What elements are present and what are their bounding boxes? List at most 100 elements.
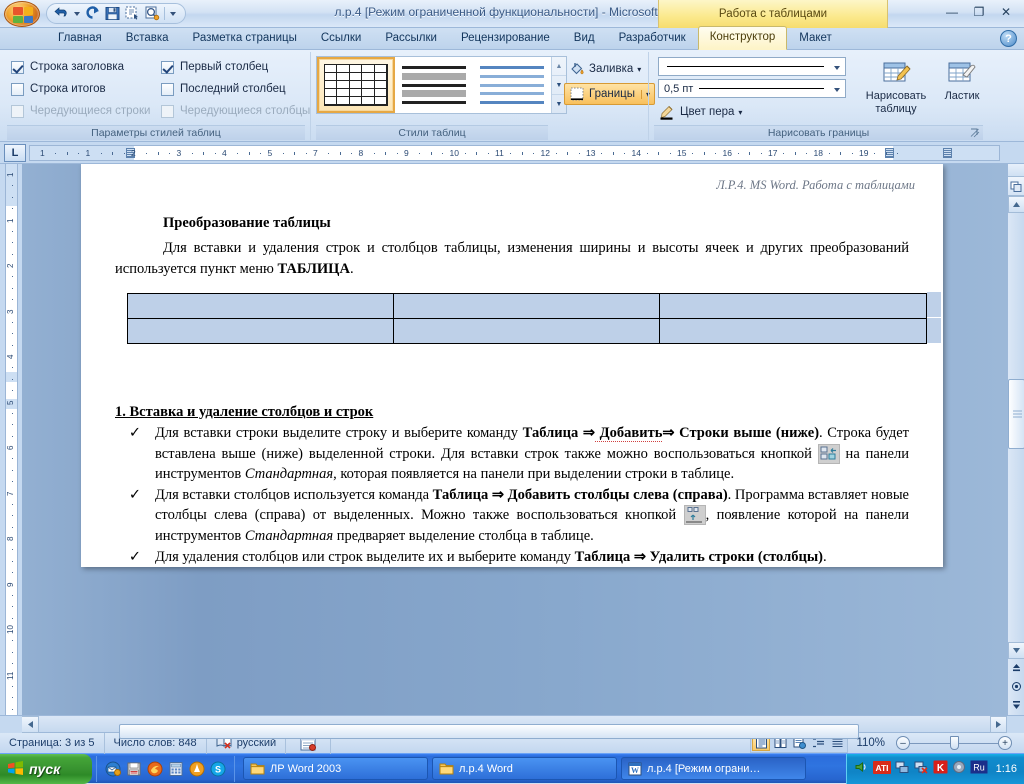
- line-weight-combo[interactable]: 0,5 пт: [658, 79, 846, 98]
- checkbox-last-column[interactable]: Последний столбец: [161, 78, 311, 100]
- pen-color-button[interactable]: Цвет пера ▾: [658, 101, 846, 123]
- checkbox-header-row-box[interactable]: [11, 61, 24, 74]
- close-button[interactable]: ✕: [994, 3, 1018, 21]
- scroll-down-arrow[interactable]: [1008, 642, 1024, 659]
- checkbox-first-column[interactable]: Первый столбец: [161, 56, 311, 78]
- floppy-save-icon[interactable]: [126, 761, 142, 777]
- vertical-scroll-thumb[interactable]: [1008, 379, 1024, 449]
- scroll-right-arrow[interactable]: [990, 716, 1007, 733]
- status-page-indicator[interactable]: Страница: 3 из 5: [0, 733, 105, 754]
- eraser-button[interactable]: Ластик: [936, 58, 988, 116]
- tab-mailings[interactable]: Рассылки: [373, 27, 449, 49]
- zoom-slider[interactable]: – +: [896, 736, 1012, 750]
- network-disconnected-tray-icon[interactable]: [914, 760, 929, 777]
- svg-text:K: K: [936, 763, 944, 774]
- line-style-combo[interactable]: [658, 57, 846, 76]
- shading-caret-icon[interactable]: ▾: [637, 65, 641, 74]
- shading-button[interactable]: Заливка ▾: [564, 58, 655, 80]
- line-style-dropdown-icon[interactable]: [830, 61, 843, 73]
- kaspersky-tray-icon[interactable]: K: [933, 760, 948, 777]
- table-cell[interactable]: [393, 319, 660, 344]
- table-style-shaded-rows[interactable]: [395, 57, 473, 113]
- line-weight-dropdown-icon[interactable]: [830, 83, 843, 95]
- vertical-ruler[interactable]: 112345678910112: [0, 164, 22, 715]
- zoom-out-button[interactable]: –: [896, 736, 910, 750]
- help-button[interactable]: ?: [1000, 30, 1017, 47]
- scroll-left-arrow[interactable]: [22, 716, 39, 733]
- ruler-tick-mark: [601, 153, 602, 154]
- audio-tray-icon[interactable]: [952, 760, 966, 777]
- tab-page-layout[interactable]: Разметка страницы: [181, 27, 309, 49]
- tab-layout[interactable]: Макет: [787, 27, 844, 49]
- ruler-tick-label: 10: [450, 146, 459, 160]
- table-cell[interactable]: [128, 319, 394, 344]
- zoom-slider-handle[interactable]: [950, 736, 959, 750]
- horizontal-ruler[interactable]: 11234578910111213141516171819: [29, 145, 1000, 161]
- vertical-scrollbar[interactable]: [1007, 164, 1024, 715]
- outlook-express-icon[interactable]: [105, 761, 121, 777]
- network-tray-icon[interactable]: [895, 760, 910, 777]
- table-style-blue-lines[interactable]: [473, 57, 551, 113]
- tab-insert[interactable]: Вставка: [114, 27, 181, 49]
- page-body[interactable]: Преобразование таблицы Для вставки и уда…: [81, 193, 943, 567]
- checkbox-banded-rows-label: Чередующиеся строки: [30, 105, 150, 117]
- start-button[interactable]: пуск: [0, 754, 92, 784]
- language-tray-icon[interactable]: Ru: [970, 760, 988, 777]
- table-cell[interactable]: [128, 294, 394, 319]
- table-style-grid[interactable]: [317, 57, 395, 113]
- draw-table-button[interactable]: Нарисовать таблицу: [858, 58, 934, 116]
- next-page-button[interactable]: [1008, 695, 1024, 713]
- horizontal-scrollbar[interactable]: [0, 715, 1024, 732]
- previous-page-button[interactable]: [1008, 659, 1024, 677]
- skype-icon[interactable]: S: [210, 761, 226, 777]
- pen-color-caret-icon[interactable]: ▾: [738, 108, 742, 117]
- document-page[interactable]: Л.Р.4. MS Word. Работа с таблицами Преоб…: [81, 164, 943, 567]
- svg-text:W: W: [631, 766, 639, 775]
- avast-icon[interactable]: [189, 761, 205, 777]
- horizontal-scroll-thumb[interactable]: [119, 724, 859, 739]
- tab-references[interactable]: Ссылки: [309, 27, 374, 49]
- bullet-1-text: Для вставки строки выделите строку и выб…: [155, 423, 909, 485]
- ruler-tick-mark: [761, 153, 762, 154]
- ati-tray-icon[interactable]: ATI: [873, 761, 891, 777]
- zoom-in-button[interactable]: +: [998, 736, 1012, 750]
- borders-button[interactable]: Границы ▾: [564, 83, 655, 105]
- taskbar-item-folder-lr-word-2003[interactable]: ЛР Word 2003: [243, 757, 428, 780]
- checkbox-header-row[interactable]: Строка заголовка: [11, 56, 161, 78]
- system-clock[interactable]: 1:16: [996, 763, 1017, 775]
- select-browse-object-top-icon[interactable]: [1008, 177, 1024, 196]
- tab-review[interactable]: Рецензирование: [449, 27, 562, 49]
- scroll-up-arrow[interactable]: [1008, 196, 1024, 213]
- restore-button[interactable]: ❐: [967, 3, 991, 21]
- ruler-tick-mark: [886, 152, 887, 155]
- tab-home[interactable]: Главная: [46, 27, 114, 49]
- volume-tray-icon[interactable]: [854, 760, 869, 777]
- document-canvas[interactable]: Л.Р.4. MS Word. Работа с таблицами Преоб…: [22, 164, 1007, 715]
- split-bar-handle[interactable]: [1008, 164, 1024, 177]
- zoom-track[interactable]: [910, 743, 998, 744]
- taskbar-item-word-document[interactable]: W л.р.4 [Режим ограни…: [621, 757, 806, 780]
- tab-view[interactable]: Вид: [562, 27, 607, 49]
- table-cell[interactable]: [660, 294, 927, 319]
- tab-design[interactable]: Конструктор: [698, 26, 788, 50]
- firefox-icon[interactable]: [147, 761, 163, 777]
- select-browse-object-button[interactable]: [1008, 677, 1024, 695]
- checkbox-first-column-box[interactable]: [161, 61, 174, 74]
- calculator-icon[interactable]: [168, 761, 184, 777]
- checkbox-total-row-box[interactable]: [11, 83, 24, 96]
- tab-stop-selector[interactable]: L: [4, 144, 26, 162]
- vruler-tick-mark: [12, 697, 13, 698]
- ruler-tick-mark: [874, 153, 875, 154]
- table-cell[interactable]: [393, 294, 660, 319]
- table-cell[interactable]: [660, 319, 927, 344]
- tab-developer[interactable]: Разработчик: [607, 27, 698, 49]
- folder-icon: [250, 762, 265, 775]
- ruler-indent-marker-end[interactable]: [943, 148, 952, 158]
- minimize-button[interactable]: —: [940, 3, 964, 21]
- taskbar-item-folder-lr4-word[interactable]: л.р.4 Word: [432, 757, 617, 780]
- selected-table[interactable]: [127, 293, 927, 344]
- draw-borders-dialog-launcher[interactable]: [970, 128, 980, 138]
- zoom-level-label[interactable]: 110%: [856, 737, 885, 749]
- checkbox-total-row[interactable]: Строка итогов: [11, 78, 161, 100]
- checkbox-last-column-box[interactable]: [161, 83, 174, 96]
